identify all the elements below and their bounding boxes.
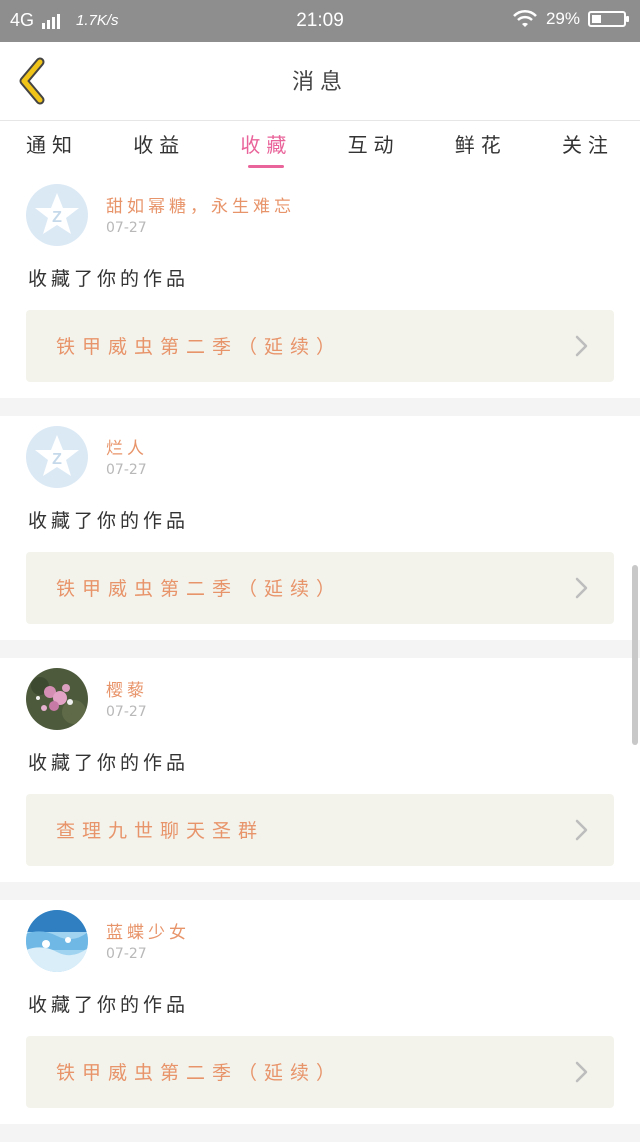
battery-level (592, 15, 601, 23)
wifi-icon (513, 9, 537, 27)
work-card[interactable]: 铁甲威虫第二季（延续） (26, 310, 614, 382)
username[interactable]: 甜如幂糖，永生难忘 (106, 192, 295, 217)
svg-text:Z: Z (52, 451, 62, 468)
timestamp: 07-27 (106, 946, 147, 962)
work-title: 铁甲威虫第二季（延续） (56, 336, 343, 358)
default-avatar-icon: Z (35, 193, 79, 234)
tab-favorites[interactable]: 收藏 (234, 121, 298, 173)
list-item: 樱藜 07-27 收藏了你的作品 查理九世聊天圣群 (0, 658, 640, 900)
action-text: 收藏了你的作品 (28, 510, 190, 532)
chevron-right-icon (575, 1061, 588, 1083)
work-title: 铁甲威虫第二季（延续） (56, 578, 343, 600)
battery-icon (588, 11, 629, 27)
status-right: 29% (512, 9, 629, 29)
tab-interactions[interactable]: 互动 (342, 121, 406, 173)
tab-follows[interactable]: 关注 (556, 121, 620, 173)
work-title: 铁甲威虫第二季（延续） (56, 1062, 343, 1084)
tab-flowers[interactable]: 鲜花 (449, 121, 513, 173)
app-header: 消息 (0, 42, 640, 121)
username[interactable]: 蓝蝶少女 (106, 918, 190, 943)
message-list: Z 甜如幂糖，永生难忘 07-27 收藏了你的作品 铁甲威虫第二季（延续） Z … (0, 174, 640, 1142)
svg-text:Z: Z (52, 209, 62, 226)
chevron-right-icon (575, 335, 588, 357)
avatar[interactable]: Z (26, 426, 88, 488)
water-photo-avatar (26, 910, 88, 972)
flower-photo-avatar (26, 668, 88, 730)
username[interactable]: 樱藜 (106, 676, 148, 701)
tab-earnings[interactable]: 收益 (127, 121, 191, 173)
avatar[interactable] (26, 910, 88, 972)
timestamp: 07-27 (106, 462, 147, 478)
scrollbar[interactable] (632, 565, 638, 745)
tab-notifications[interactable]: 通知 (20, 121, 84, 173)
battery-percent: 29% (545, 9, 580, 28)
page-title: 消息 (291, 70, 348, 95)
list-item: Z 甜如幂糖，永生难忘 07-27 收藏了你的作品 铁甲威虫第二季（延续） (0, 174, 640, 416)
work-card[interactable]: 铁甲威虫第二季（延续） (26, 1036, 614, 1108)
avatar[interactable]: Z (26, 184, 88, 246)
avatar[interactable] (26, 668, 88, 730)
timestamp: 07-27 (106, 220, 147, 236)
chevron-right-icon (575, 819, 588, 841)
username[interactable]: 烂人 (106, 434, 148, 459)
action-text: 收藏了你的作品 (28, 752, 190, 774)
work-title: 查理九世聊天圣群 (56, 820, 265, 842)
action-text: 收藏了你的作品 (28, 994, 190, 1016)
default-avatar-icon: Z (35, 435, 79, 476)
action-text: 收藏了你的作品 (28, 268, 190, 290)
status-bar: 4G 1.7K/s 21:09 29% (0, 0, 640, 42)
list-item: 蓝蝶少女 07-27 收藏了你的作品 铁甲威虫第二季（延续） (0, 900, 640, 1142)
work-card[interactable]: 铁甲威虫第二季（延续） (26, 552, 614, 624)
timestamp: 07-27 (106, 704, 147, 720)
work-card[interactable]: 查理九世聊天圣群 (26, 794, 614, 866)
tab-bar: 通知 收益 收藏 互动 鲜花 关注 (0, 121, 640, 173)
list-item: Z 烂人 07-27 收藏了你的作品 铁甲威虫第二季（延续） (0, 416, 640, 658)
chevron-right-icon (575, 577, 588, 599)
